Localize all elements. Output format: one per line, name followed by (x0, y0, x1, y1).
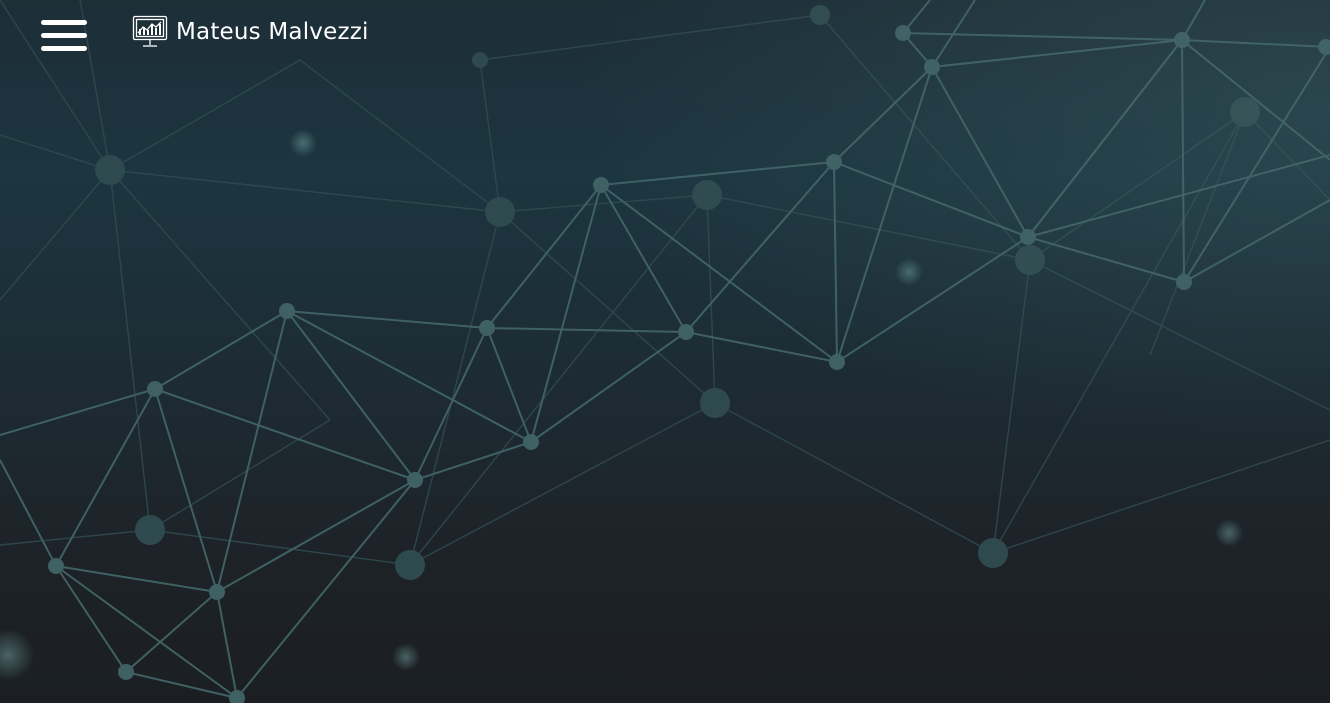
hamburger-menu-icon[interactable] (38, 16, 90, 56)
brand-link[interactable]: Mateus Malvezzi (132, 14, 369, 50)
background-nodes (95, 5, 1260, 580)
network-nodes (48, 25, 1330, 703)
brand-name: Mateus Malvezzi (176, 19, 369, 45)
glow-particles (0, 129, 1243, 681)
menu-bar-top (41, 20, 87, 25)
background-lines (0, 0, 1330, 566)
network-lines (0, 0, 1330, 701)
background-network-graphic (0, 0, 1330, 703)
monitor-chart-icon (132, 15, 168, 47)
top-header: Mateus Malvezzi (0, 0, 1330, 64)
menu-bar-middle (41, 33, 87, 38)
menu-bar-bottom (41, 46, 87, 51)
